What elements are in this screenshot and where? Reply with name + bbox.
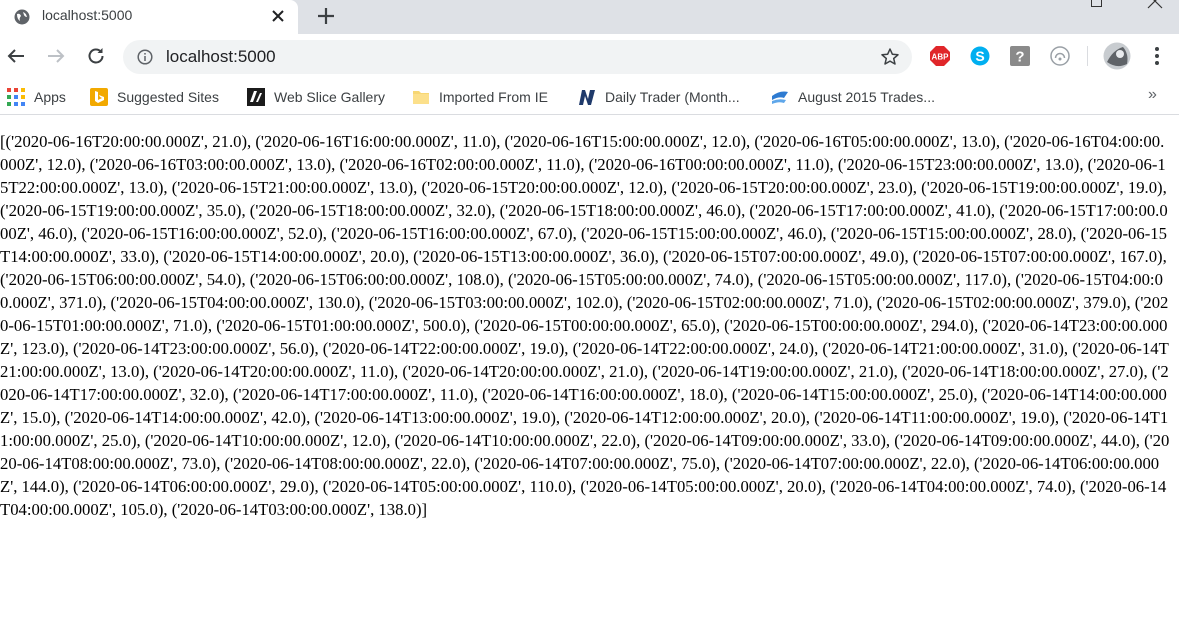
trades-icon [772, 91, 788, 104]
daily-trader-icon [579, 90, 595, 105]
bookmark-web-slice-gallery[interactable]: Web Slice Gallery [247, 86, 385, 108]
address-bar[interactable]: localhost:5000 [123, 40, 912, 74]
folder-icon [413, 91, 429, 104]
cast-icon[interactable] [1049, 45, 1071, 67]
toolbar-divider [1087, 46, 1088, 66]
bookmark-label: Daily Trader (Month... [605, 89, 740, 105]
svg-text:?: ? [1015, 49, 1024, 66]
bookmark-label: Web Slice Gallery [274, 89, 386, 105]
bookmark-label: Apps [34, 89, 66, 105]
bookmark-label: August 2015 Trades... [798, 89, 935, 105]
close-icon[interactable] [268, 6, 288, 26]
web-slice-icon [247, 88, 265, 106]
help-icon[interactable]: ? [1009, 45, 1031, 67]
tab-strip: localhost:5000 [0, 0, 1179, 34]
bookmark-imported-from-ie[interactable]: Imported From IE [412, 86, 548, 108]
bookmark-daily-trader[interactable]: Daily Trader (Month... [578, 86, 740, 108]
menu-kebab-icon[interactable] [1146, 45, 1168, 67]
apps-icon [7, 88, 25, 106]
bing-icon [90, 88, 108, 106]
bookmark-star-icon[interactable] [880, 47, 900, 67]
svg-text:S: S [975, 48, 984, 64]
profile-avatar[interactable] [1103, 42, 1131, 70]
skype-icon[interactable]: S [969, 45, 991, 67]
bookmark-label: Suggested Sites [117, 89, 219, 105]
bookmark-label: Imported From IE [439, 89, 548, 105]
browser-toolbar: localhost:5000 ABP S ? [0, 34, 1179, 80]
maximize-icon[interactable] [1091, 0, 1102, 7]
chevron-more-icon[interactable]: » [1148, 86, 1157, 104]
page-body-text: [('2020-06-16T20:00:00.000Z', 21.0), ('2… [0, 132, 1170, 519]
bookmark-apps[interactable]: Apps [7, 86, 66, 108]
forward-arrow-icon[interactable] [44, 44, 68, 68]
abp-icon[interactable]: ABP [929, 45, 951, 67]
reload-icon[interactable] [84, 44, 108, 68]
window-close-icon[interactable] [1146, 0, 1164, 10]
new-tab-icon[interactable] [313, 3, 339, 29]
globe-icon [14, 9, 30, 25]
tab-title: localhost:5000 [42, 7, 133, 23]
bookmark-suggested-sites[interactable]: Suggested Sites [90, 86, 219, 108]
info-icon[interactable] [137, 49, 153, 65]
svg-text:ABP: ABP [932, 53, 950, 62]
back-arrow-icon[interactable] [4, 44, 28, 68]
bookmark-august-2015-trades[interactable]: August 2015 Trades... [771, 86, 935, 108]
url-text[interactable]: localhost:5000 [166, 47, 276, 67]
bookmarks-bar: Apps Suggested Sites Web Slice Gallery I… [0, 80, 1179, 115]
browser-tab[interactable]: localhost:5000 [0, 0, 298, 34]
